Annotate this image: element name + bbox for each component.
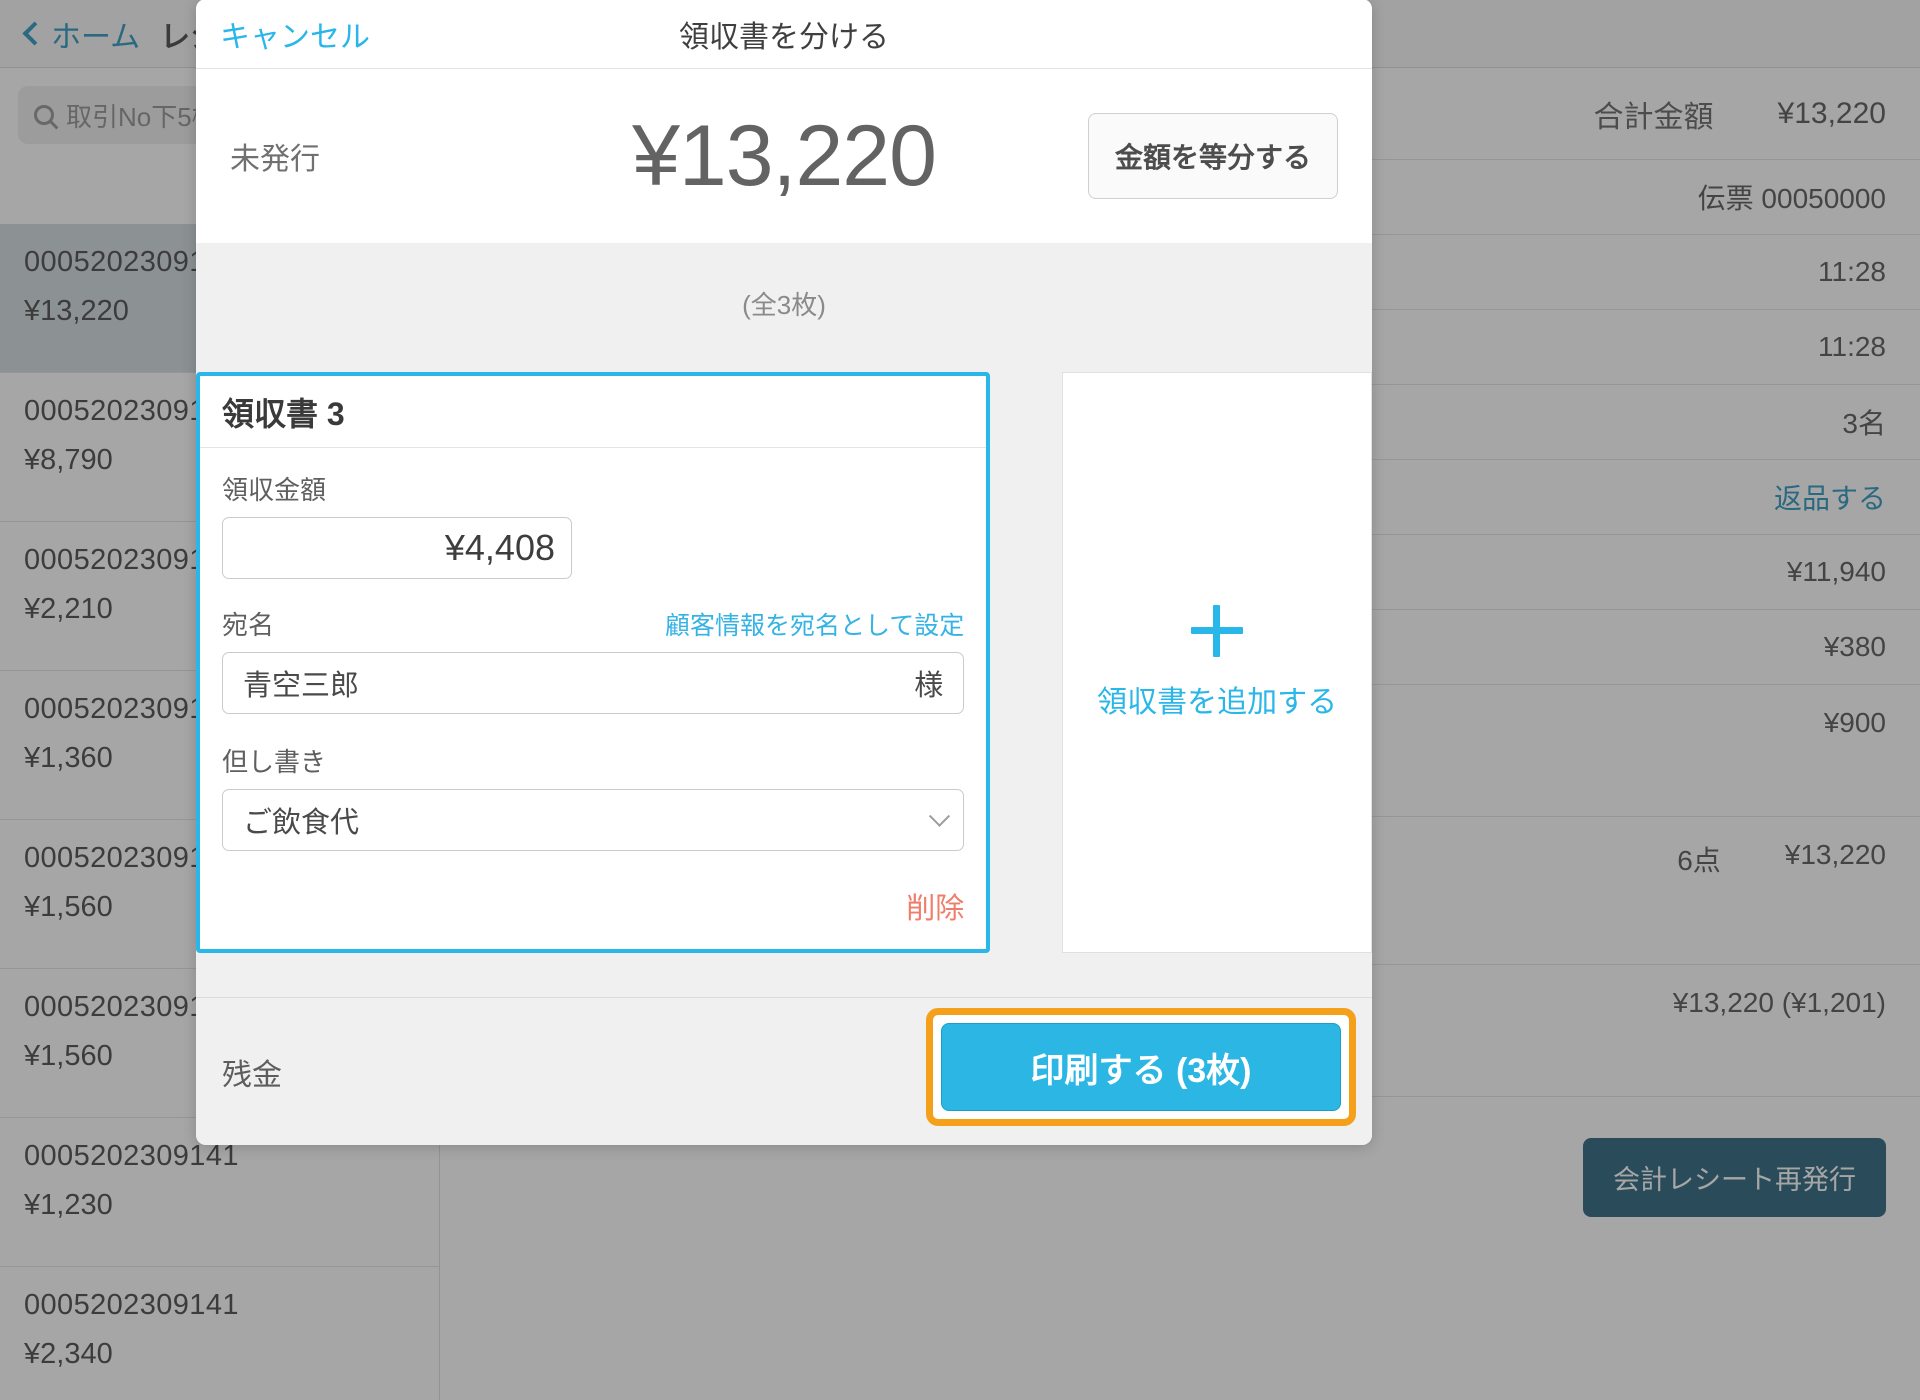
receipt-name-value: 青空三郎 [243, 670, 360, 702]
chevron-down-icon [929, 805, 951, 827]
name-field-label: 宛名 [222, 610, 275, 640]
print-button[interactable]: 印刷する (3枚) [941, 1023, 1341, 1111]
modal-title: 領収書を分ける [679, 20, 889, 54]
app-root: ホーム レシート 取引No下5桁 0005202309141 ¥13,220 0… [0, 0, 1920, 1400]
receipt-card[interactable]: 領収書 3 領収金額 ¥4,408 宛名 顧客情報を宛名として設定 青空三郎 様… [196, 372, 991, 953]
modal-summary-bar: 未発行 ¥13,220 金額を等分する [196, 68, 1372, 243]
receipt-card-footer: 削除 [200, 877, 986, 949]
balance-label: 残金 [222, 1058, 282, 1092]
receipt-name-input[interactable]: 青空三郎 様 [222, 652, 965, 714]
sheet-count-label: (全3枚) [742, 290, 826, 320]
add-receipt-label: 領収書を追加する [1097, 685, 1338, 719]
receipt-card-body: 領収金額 ¥4,408 宛名 顧客情報を宛名として設定 青空三郎 様 但し書き [200, 448, 986, 877]
name-field-header: 宛名 顧客情報を宛名として設定 [222, 605, 964, 652]
split-receipt-modal: キャンセル 領収書を分ける 未発行 ¥13,220 金額を等分する (全3枚) … [196, 0, 1372, 1145]
receipt-note-select[interactable]: ご飲食代 [222, 789, 965, 851]
delete-receipt-link[interactable]: 削除 [906, 885, 964, 927]
receipt-note-value: ご飲食代 [243, 807, 360, 839]
plus-icon [1191, 604, 1244, 657]
cancel-button[interactable]: キャンセル [220, 12, 370, 56]
set-customer-name-link[interactable]: 顧客情報を宛名として設定 [665, 606, 964, 642]
note-field-label: 但し書き [222, 747, 327, 777]
modal-body: (全3枚) 領収書 3 領収金額 ¥4,408 宛名 顧客情報を宛名として設定 … [196, 243, 1372, 997]
amount-field-label: 領収金額 [222, 475, 327, 505]
receipt-amount-input[interactable]: ¥4,408 [222, 517, 572, 579]
receipt-name-suffix: 様 [914, 670, 944, 702]
add-receipt-card[interactable]: 領収書を追加する [1062, 372, 1372, 953]
modal-titlebar: キャンセル 領収書を分ける [196, 0, 1372, 68]
receipt-card-list: 領収書 3 領収金額 ¥4,408 宛名 顧客情報を宛名として設定 青空三郎 様… [196, 322, 1372, 953]
split-evenly-button[interactable]: 金額を等分する [1087, 113, 1338, 199]
receipt-card-title: 領収書 3 [200, 376, 987, 448]
modal-footer: 残金 ¥0 印刷する (3枚) [196, 997, 1372, 1145]
print-button-highlight: 印刷する (3枚) [926, 1008, 1356, 1126]
